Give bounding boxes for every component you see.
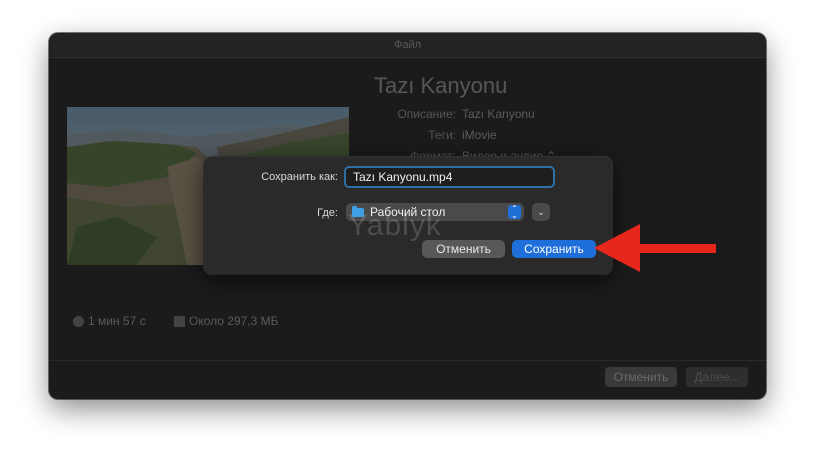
window-cancel-button[interactable]: Отменить <box>605 367 677 387</box>
where-label: Где: <box>317 207 338 219</box>
chevron-down-icon: ⌄ <box>537 207 545 217</box>
tags-value[interactable]: iMovie <box>462 128 497 142</box>
expand-button[interactable]: ⌄ <box>532 203 550 221</box>
file-icon <box>174 315 185 327</box>
save-as-label: Сохранить как: <box>261 171 338 183</box>
save-button[interactable]: Сохранить <box>512 240 596 258</box>
duration-stat: 1 мин 57 с <box>73 314 146 328</box>
description-value[interactable]: Tazı Kanyonu <box>462 107 535 121</box>
clock-icon <box>73 315 84 327</box>
duration-text: 1 мин 57 с <box>88 314 146 328</box>
video-title: Tazı Kanyonu <box>374 73 508 98</box>
footer-divider <box>49 360 766 361</box>
updown-chevron-icon: ⌃ ⌄ <box>508 205 521 220</box>
description-label: Описание: <box>397 107 456 121</box>
filename-input[interactable]: Tazı Kanyonu.mp4 <box>344 166 555 188</box>
red-arrow-icon <box>594 224 716 272</box>
window-title: Файл <box>49 33 766 58</box>
watermark: Yablyk <box>348 209 442 242</box>
tags-label: Теги: <box>428 128 456 142</box>
size-text: Около 297,3 МБ <box>189 314 279 328</box>
next-button[interactable]: Далее... <box>686 367 748 387</box>
size-stat: Около 297,3 МБ <box>174 314 279 328</box>
